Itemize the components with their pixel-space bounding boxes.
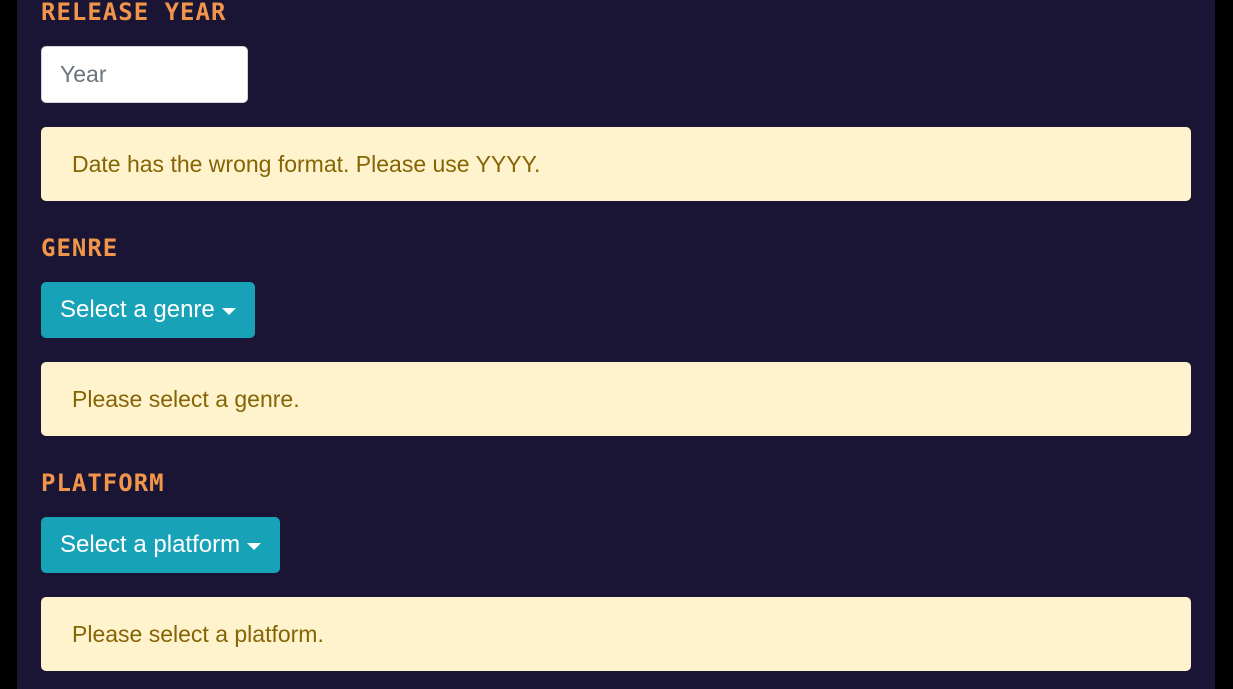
caret-down-icon: [221, 307, 236, 315]
release-year-label: Release Year: [41, 0, 227, 26]
genre-label: Genre: [41, 234, 119, 262]
platform-error-alert: Please select a platform.: [41, 597, 1191, 671]
year-error-alert: Date has the wrong format. Please use YY…: [41, 127, 1191, 201]
genre-error-alert: Please select a genre.: [41, 362, 1191, 436]
platform-error-text: Please select a platform.: [72, 620, 324, 647]
year-error-text: Date has the wrong format. Please use YY…: [72, 150, 541, 177]
genre-dropdown-button[interactable]: Select a genre: [41, 282, 255, 338]
platform-dropdown-button[interactable]: Select a platform: [41, 517, 281, 573]
genre-dropdown-label: Select a genre: [60, 296, 215, 323]
genre-error-text: Please select a genre.: [72, 385, 300, 412]
year-input[interactable]: [41, 46, 248, 103]
caret-down-icon: [247, 542, 262, 550]
platform-dropdown-label: Select a platform: [60, 531, 241, 558]
platform-label: Platform: [41, 469, 165, 497]
form-panel: [17, 0, 1215, 689]
